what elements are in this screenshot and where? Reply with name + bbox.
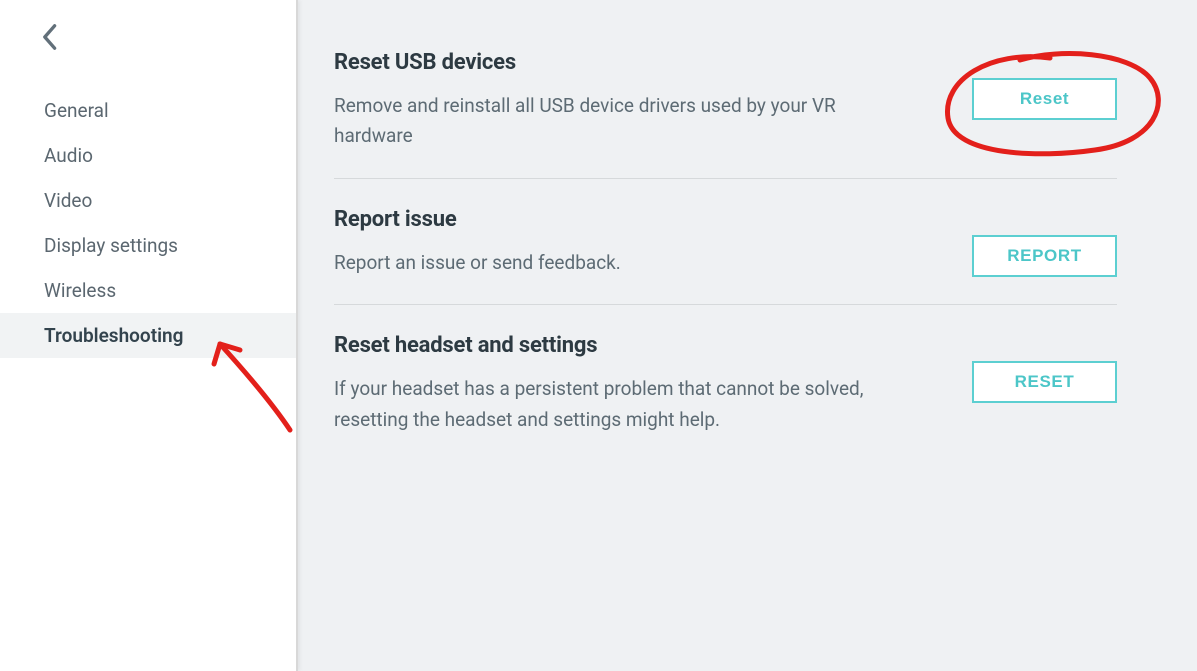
nav-item-label: Wireless [44,279,116,302]
button-label: Reset [1020,89,1069,109]
section-desc: Report an issue or send feedback. [334,248,894,278]
button-label: RESET [1015,372,1075,392]
nav-item-troubleshooting[interactable]: Troubleshooting [0,313,296,358]
nav-list: General Audio Video Display settings Wir… [0,88,296,358]
section-title: Reset headset and settings [334,333,942,358]
section-title: Report issue [334,207,942,232]
report-button[interactable]: REPORT [972,235,1117,277]
reset-headset-button[interactable]: RESET [972,361,1117,403]
nav-item-label: Display settings [44,234,178,257]
nav-item-audio[interactable]: Audio [0,133,296,178]
nav-item-label: Audio [44,144,93,167]
nav-item-label: Video [44,189,92,212]
back-button[interactable] [30,18,68,56]
section-desc: Remove and reinstall all USB device driv… [334,91,894,152]
button-label: REPORT [1007,246,1081,266]
nav-item-wireless[interactable]: Wireless [0,268,296,313]
section-reset-headset: Reset headset and settings If your heads… [334,333,1117,461]
sidebar: General Audio Video Display settings Wir… [0,0,298,671]
nav-item-label: Troubleshooting [44,324,183,347]
chevron-left-icon [40,23,58,51]
nav-item-display-settings[interactable]: Display settings [0,223,296,268]
nav-item-video[interactable]: Video [0,178,296,223]
content-panel: Reset USB devices Remove and reinstall a… [298,0,1197,671]
section-desc: If your headset has a persistent problem… [334,374,894,435]
reset-usb-button[interactable]: Reset [972,78,1117,120]
nav-item-general[interactable]: General [0,88,296,133]
section-reset-usb: Reset USB devices Remove and reinstall a… [334,50,1117,179]
section-report-issue: Report issue Report an issue or send fee… [334,207,1117,305]
nav-item-label: General [44,99,109,122]
section-title: Reset USB devices [334,50,942,75]
